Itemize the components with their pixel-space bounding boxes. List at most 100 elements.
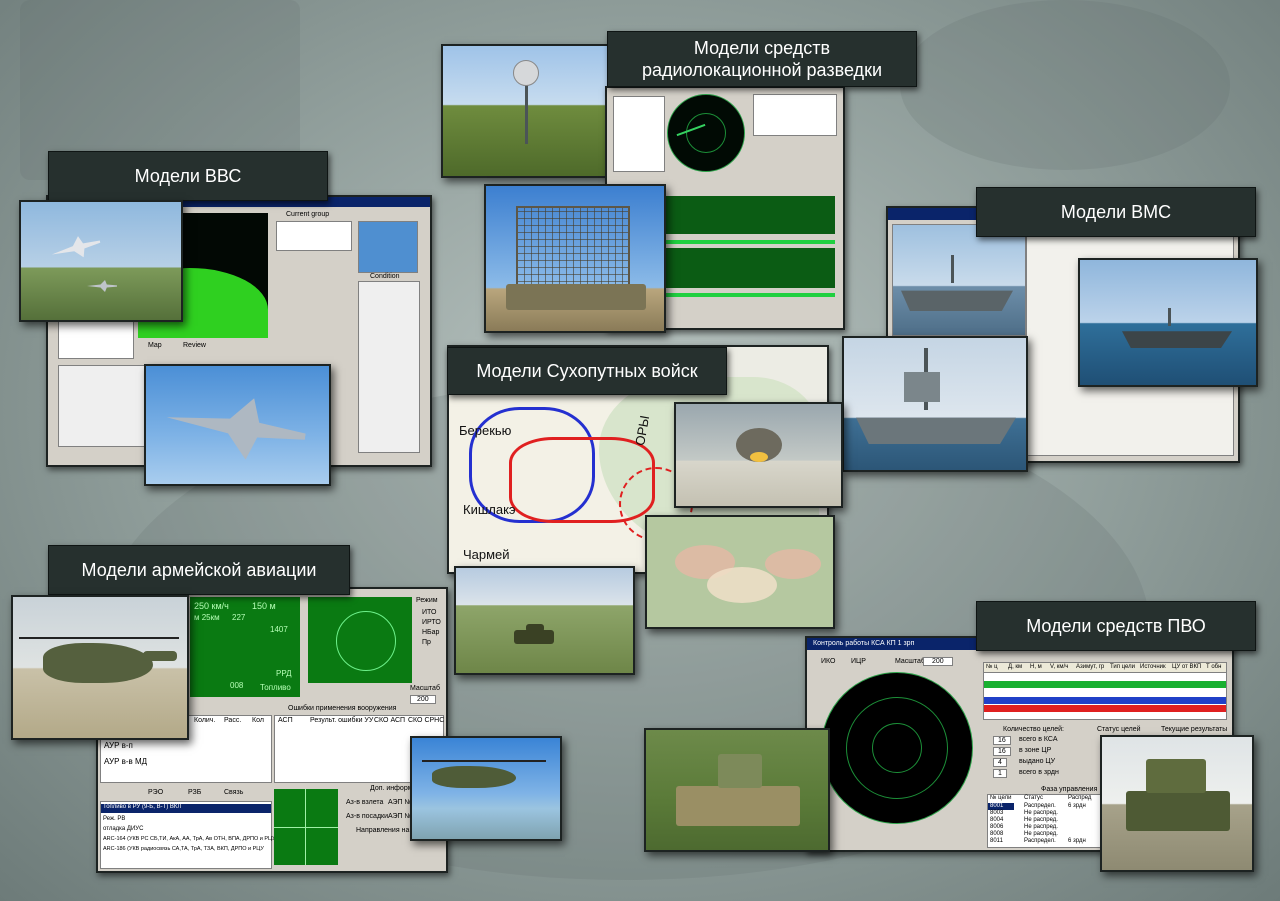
pvo-row-red[interactable] (984, 705, 1226, 712)
azimuth-takeoff-label: Аз-в взлета (346, 799, 384, 806)
spectrum-display-1 (665, 196, 835, 234)
pvo-row-green[interactable] (984, 681, 1226, 688)
msg-3[interactable]: отладка ДИУС (103, 826, 143, 832)
mode-ito[interactable]: ИТО (422, 609, 436, 616)
col-rasc: Расс. (224, 717, 242, 724)
su24-bomber-photo (144, 364, 331, 486)
pvo-col-7: ЦУ от ВКП (1172, 664, 1202, 670)
pvo-lower-row-3-status: Не распред. (1024, 824, 1058, 830)
explosion-photo (674, 402, 843, 508)
weapon-item-1[interactable]: АУР в-п (104, 741, 133, 750)
radar-scope (667, 94, 745, 172)
radar-list[interactable] (753, 94, 837, 136)
option-reo[interactable]: РЭО (148, 789, 163, 796)
weapon-item-2[interactable]: АУР в-в МД (104, 757, 147, 766)
pvo-lower-row-2-id[interactable]: 8004 (990, 817, 1003, 823)
weapon-errors-title: Ошибки применения вооружения (288, 705, 397, 712)
vvs-tab-review[interactable]: Review (183, 342, 206, 349)
option-rzb[interactable]: РЗБ (188, 789, 201, 796)
hud-value2: 008 (230, 681, 244, 690)
pvo-col-2: Н, м (1030, 664, 1042, 670)
pvo-lower-table: № цели Статус Распред 8001 Распредел. 6 … (987, 794, 1107, 848)
osa-sam-vehicle-photo (644, 728, 830, 852)
hud-value1: 1407 (270, 625, 288, 634)
army-aviation-label: Модели армейской авиации (48, 545, 350, 595)
pvo-lower-col-2: Распред (1068, 795, 1092, 801)
pvo-row-blue[interactable] (984, 697, 1226, 704)
pvo-lower-row-1-id[interactable]: 8003 (990, 810, 1003, 816)
msg-1[interactable]: Топливо в РУ (9-Б, В-Т) ВКЛ (103, 804, 181, 810)
col-sko-asp: СКО АСП (374, 717, 406, 724)
vvs-current-group-list[interactable] (276, 221, 352, 251)
message-list[interactable]: Топливо в РУ (9-Б, В-Т) ВКЛ Реж. РВ отла… (100, 801, 276, 869)
col-count: Колич. (194, 717, 216, 724)
spectrum-display-2 (665, 248, 835, 288)
cruiser-sea-photo (1078, 258, 1258, 387)
pvo-lower-row-5-status: Распредел. (1024, 838, 1056, 844)
pvo-lower-row-4-id[interactable]: 8008 (990, 831, 1003, 837)
pvo-lower-row-0-id[interactable]: 8001 (990, 803, 1003, 809)
pvo-scale-select[interactable]: 200 (923, 657, 953, 666)
mi24-helicopter-photo (11, 595, 189, 740)
map-place-berekyu: Берекью (459, 423, 512, 438)
pvo-lower-row-3-id[interactable]: 8006 (990, 824, 1003, 830)
pvo-lower-col-1: Статус (1024, 795, 1043, 801)
background-helicopter (900, 0, 1230, 170)
pvo-col-5: Тип цели (1110, 664, 1136, 670)
hud-speed: 250 км/ч (194, 601, 229, 611)
vvs-condition-label: Condition (370, 273, 400, 280)
terrain-3d-photo (645, 515, 835, 629)
flight-hud: 250 км/ч 150 м м 25км 227 1407 008 РРД Т… (190, 597, 300, 697)
pvo-lower-row-5-id[interactable]: 8011 (990, 838, 1003, 844)
radar-antenna-photo (441, 44, 611, 178)
pvo-lower-row-0-status: Распредел. (1024, 803, 1056, 809)
msg-5[interactable]: ARC-186 (УКВ радиосвязь СА,ТА, ТрА, ТЗА,… (103, 846, 264, 852)
pvo-count-3-label: всего в зрдн (1019, 769, 1059, 776)
pvo-mode-ikt[interactable]: ИЦР (851, 658, 866, 665)
hud-fuel: Топливо (260, 683, 291, 692)
pvo-results-title: Текущие результаты (1161, 726, 1228, 733)
pvo-col-0: № ц (986, 664, 998, 670)
msg-2[interactable]: Реж. РВ (103, 816, 125, 822)
pvo-window-title: Контроль работы КСА КП 1 зрп (813, 640, 915, 647)
pvo-fire-title: Фаза управления (1041, 786, 1098, 793)
scale-select[interactable]: 200 (410, 695, 436, 704)
mode-pr[interactable]: Пр (422, 639, 431, 646)
pvo-mode-iko[interactable]: ИКО (821, 658, 835, 665)
pvo-lower-row-0-dist: 6 зрдн (1068, 803, 1086, 809)
hud-rrd: РРД (276, 669, 292, 678)
hud-altitude: 150 м (252, 601, 276, 611)
option-svyaz[interactable]: Связь (224, 789, 243, 796)
vmf-label: Модели ВМС (976, 187, 1256, 237)
pvo-count-0-value: 16 (993, 736, 1011, 745)
pvo-count-3-value: 1 (993, 769, 1007, 778)
vvs-label: Модели ВВС (48, 151, 328, 201)
pvo-count-1-value: 16 (993, 747, 1011, 756)
pvo-count-2-label: выдано ЦУ (1019, 758, 1056, 765)
situation-radar (308, 597, 412, 683)
pvo-scale-label: Масштаб (895, 658, 925, 665)
vmf-ship-image-panel (892, 224, 1026, 336)
map-place-kishlak: Кишлакэ (463, 502, 516, 517)
pvo-col-6: Источник (1140, 664, 1166, 670)
mode-irto[interactable]: ИРТО (422, 619, 441, 626)
vvs-units-list[interactable] (58, 317, 134, 359)
pvo-targets-count-label: Количество целей: (1003, 726, 1064, 733)
vvs-aircraft-preview (358, 221, 418, 273)
vvs-tab-map[interactable]: Map (148, 342, 162, 349)
pvo-lower-row-4-status: Не распред. (1024, 831, 1058, 837)
radar-sector-panel (613, 96, 665, 172)
pvo-count-2-value: 4 (993, 758, 1007, 767)
pvo-lower-row-1-status: Не распред. (1024, 810, 1058, 816)
msg-4[interactable]: ARC-164 (УКВ РС СБ,ТИ, АкА, АА, ТрА, Ав … (103, 836, 276, 842)
tank-field-photo (454, 566, 635, 675)
pvo-count-1-label: в зоне ЦР (1019, 747, 1052, 754)
pvo-targets-table: № ц Д, км Н, м V, км/ч Азимут, гр Тип це… (983, 662, 1227, 720)
radar-station-photo (484, 184, 666, 333)
pvo-col-4: Азимут, гр (1076, 664, 1105, 670)
col-kol: Кол (252, 717, 264, 724)
radar-recon-label: Модели средств радиолокационной разведки (607, 31, 917, 87)
pvo-radar-scope (821, 672, 973, 824)
mode-nbar[interactable]: НБар (422, 629, 439, 636)
hud-distance: м 25км (194, 613, 220, 622)
